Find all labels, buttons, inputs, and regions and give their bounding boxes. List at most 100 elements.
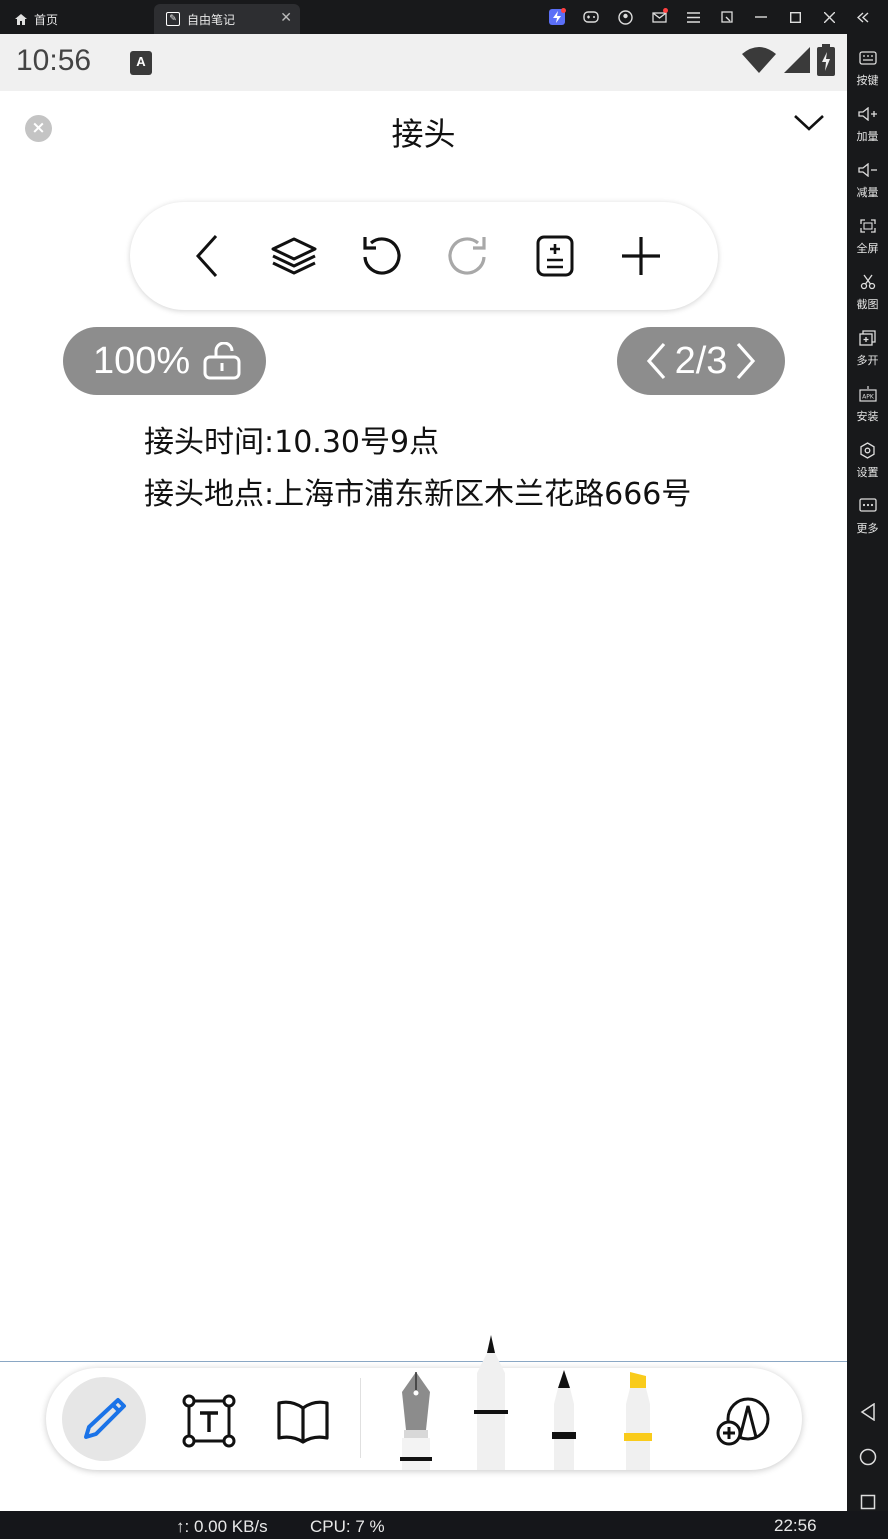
wifi-icon [742, 47, 776, 73]
sidebar-item-settings[interactable]: 设置 [847, 438, 888, 494]
circle-home-icon [859, 1448, 876, 1466]
fountain-pen-icon[interactable] [396, 1368, 436, 1470]
pencil-icon [84, 1398, 126, 1439]
volume-down-icon [857, 163, 877, 177]
note-line: 接头地点:上海市浦东新区木兰花路666号 [144, 477, 692, 512]
triangle-back-icon [860, 1403, 875, 1421]
note-line: 接头时间:10.30号9点 [144, 425, 440, 460]
signal-icon [784, 47, 810, 73]
multi-instance-icon [859, 330, 876, 346]
volume-up-icon [857, 107, 877, 121]
note-toolbar [130, 202, 718, 310]
tab-free-notes[interactable]: ✎ 自由笔记 ✕ [154, 4, 300, 34]
sidebar-item-label: 按键 [856, 74, 879, 87]
sidebar-item-label: 多开 [856, 354, 879, 367]
notes-app-icon: ✎ [166, 12, 180, 26]
emulator-title-bar: 首页 ✎ 自由笔记 ✕ [0, 0, 888, 34]
toolbar-divider [360, 1378, 361, 1458]
add-page-icon[interactable] [616, 231, 666, 281]
previous-page-icon[interactable] [645, 342, 667, 380]
marker-pen-icon[interactable] [544, 1368, 584, 1470]
sidebar-item-volume-up[interactable]: 加量 [847, 102, 888, 158]
note-body[interactable]: 接头时间:10.30号9点 接头地点:上海市浦东新区木兰花路666号 [144, 417, 744, 521]
minimize-icon[interactable] [744, 0, 778, 34]
mail-notification-dot [663, 8, 668, 13]
text-box-icon[interactable] [182, 1394, 236, 1448]
android-screen: 10:56 A × 接头 100% 2/3 接头时间:10.30号9点 接头地点… [0, 34, 847, 1511]
divider [0, 1361, 847, 1362]
tab-free-notes-label: 自由笔记 [187, 12, 236, 27]
nav-home-button[interactable] [847, 1437, 888, 1477]
battery-icon [817, 44, 835, 76]
keyboard-notification-icon: A [130, 51, 152, 75]
close-window-icon[interactable] [812, 0, 846, 34]
tab-home-label: 首页 [34, 12, 59, 27]
sidebar-item-fullscreen[interactable]: 全屏 [847, 214, 888, 270]
undo-icon[interactable] [356, 231, 406, 281]
note-header: × 接头 [0, 91, 847, 171]
keyboard-icon [858, 51, 877, 65]
zoom-value: 100% [93, 339, 191, 382]
apk-icon: APK [858, 386, 877, 402]
square-recents-icon [860, 1494, 875, 1510]
status-bar: 10:56 A [0, 34, 847, 91]
sidebar-item-label: 安装 [856, 410, 879, 423]
account-icon[interactable] [608, 0, 642, 34]
maximize-icon[interactable] [778, 0, 812, 34]
sidebar-item-multi[interactable]: 多开 [847, 326, 888, 382]
highlighter-icon[interactable] [618, 1368, 658, 1470]
chevron-down-icon[interactable] [793, 113, 825, 137]
sidebar-item-more[interactable]: 更多 [847, 494, 888, 550]
cpu-usage: CPU: 7 % [310, 1517, 385, 1536]
sidebar-item-screenshot[interactable]: 截图 [847, 270, 888, 326]
mail-icon[interactable] [642, 0, 676, 34]
emulator-top-icons [540, 0, 880, 34]
book-icon[interactable] [275, 1398, 331, 1444]
sidebar-item-label: 更多 [856, 522, 879, 535]
gamepad-icon[interactable] [574, 0, 608, 34]
pen-toolbar [46, 1335, 802, 1470]
note-title[interactable]: 接头 [0, 109, 847, 155]
unlock-icon[interactable] [202, 342, 242, 380]
tab-close-icon[interactable]: ✕ [280, 10, 292, 26]
layers-icon[interactable] [269, 231, 319, 281]
add-pen-icon[interactable] [714, 1392, 772, 1448]
sidebar-item-label: 全屏 [856, 242, 879, 255]
zoom-indicator[interactable]: 100% [63, 327, 266, 395]
sidebar-item-label: 截图 [856, 298, 879, 311]
sidebar-item-keys[interactable]: 按键 [847, 46, 888, 102]
menu-icon[interactable] [676, 0, 710, 34]
settings-icon [860, 441, 875, 459]
next-page-icon[interactable] [735, 342, 757, 380]
page-number: 2/3 [674, 339, 728, 382]
collapse-sidebar-icon[interactable] [846, 0, 880, 34]
page-indicator: 2/3 [617, 327, 785, 395]
emulator-sidebar: 按键 加量 减量 全屏 截图 多开 APK 安装 设置 更多 [847, 34, 888, 1539]
svg-text:APK: APK [862, 394, 875, 401]
scissors-icon [860, 274, 875, 290]
notification-dot [561, 8, 566, 13]
back-icon[interactable] [182, 231, 232, 281]
fullscreen-icon [859, 219, 876, 233]
home-icon [15, 13, 27, 25]
status-icons [741, 44, 835, 76]
redo-icon[interactable] [443, 231, 493, 281]
nav-back-button[interactable] [847, 1392, 888, 1432]
system-clock: 22:56 [774, 1516, 817, 1535]
emulator-window: 首页 ✎ 自由笔记 ✕ 10:56 A × 接头 100% 2/3 接头时间:1… [0, 0, 888, 1539]
status-time: 10:56 [16, 44, 92, 77]
boost-icon[interactable] [540, 0, 574, 34]
brush-pen-icon[interactable] [471, 1333, 511, 1470]
more-icon [858, 498, 877, 512]
sidebar-item-install[interactable]: APK 安装 [847, 382, 888, 438]
page-settings-icon[interactable] [530, 231, 580, 281]
network-speed: ↑: 0.00 KB/s [176, 1517, 268, 1536]
sidebar-item-volume-down[interactable]: 减量 [847, 158, 888, 214]
sidebar-item-label: 设置 [856, 466, 879, 479]
sidebar-item-label: 加量 [856, 130, 879, 143]
sidebar-item-label: 减量 [856, 186, 879, 199]
window-pin-icon[interactable] [710, 0, 744, 34]
tab-home[interactable]: 首页 [14, 4, 58, 34]
system-taskbar: ↑: 0.00 KB/s CPU: 7 % 22:56 [0, 1511, 888, 1539]
pencil-tool-button[interactable] [62, 1377, 146, 1461]
